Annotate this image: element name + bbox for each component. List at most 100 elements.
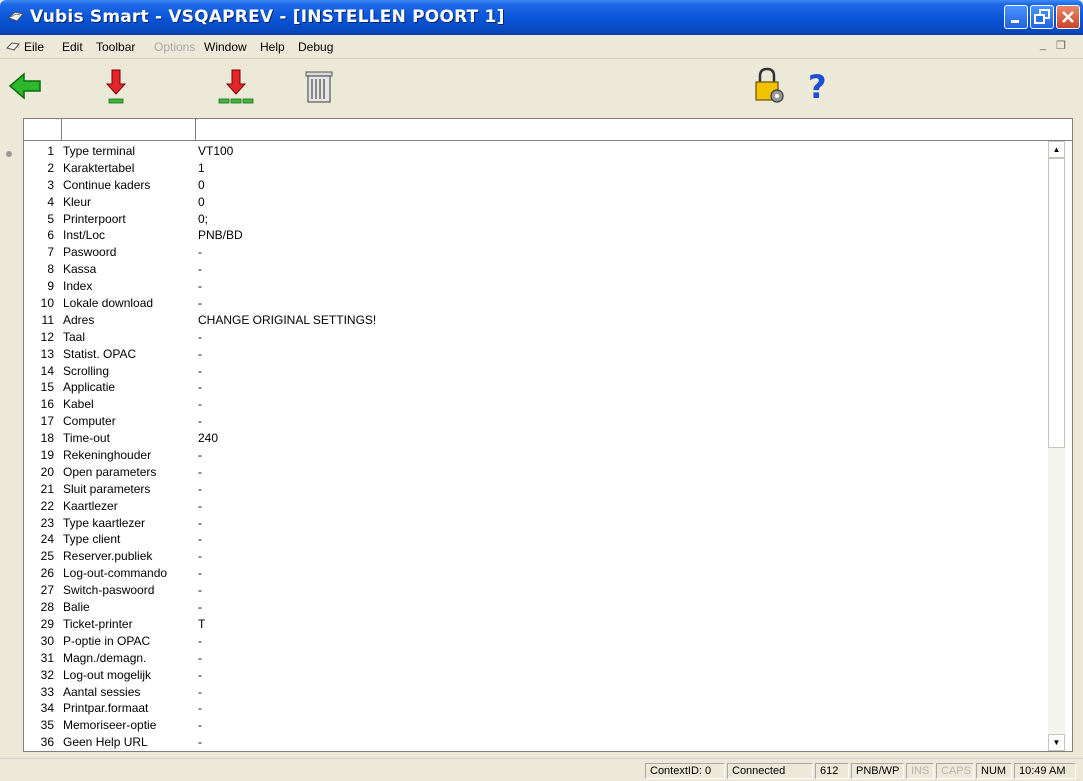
table-row[interactable]: 35 Memoriseer-optie -	[24, 717, 1046, 734]
row-value: -	[198, 718, 202, 733]
download-all-icon	[218, 69, 254, 104]
scroll-thumb[interactable]	[1048, 158, 1065, 448]
table-row[interactable]: 2 Karaktertabel 1	[24, 160, 1046, 177]
row-value: VT100	[198, 144, 234, 158]
restore-icon	[1034, 9, 1050, 24]
table-row[interactable]: 26 Log-out-commando -	[24, 565, 1046, 582]
status-location: PNB/WP	[851, 763, 904, 779]
menu-help[interactable]: Help	[260, 40, 285, 54]
table-row[interactable]: 13 Statist. OPAC -	[24, 346, 1046, 363]
status-connection: Connected	[727, 763, 813, 779]
row-value: -	[198, 346, 202, 361]
table-row[interactable]: 25 Reserver.publiek -	[24, 548, 1046, 565]
row-label: Log-out mogelijk	[63, 667, 152, 682]
table-row[interactable]: 14 Scrolling -	[24, 363, 1046, 380]
table-row[interactable]: 4 Kleur 0	[24, 194, 1046, 211]
row-value: -	[198, 380, 202, 395]
row-label: Lokale download	[63, 296, 154, 311]
row-number: 13	[40, 346, 54, 361]
table-row[interactable]: 18 Time-out 240	[24, 430, 1046, 447]
close-button[interactable]	[1056, 5, 1080, 29]
header-cell-number[interactable]	[24, 119, 62, 141]
row-value: -	[198, 633, 202, 648]
row-value: T	[198, 616, 206, 631]
mdi-restore-button[interactable]: ❐	[1056, 39, 1066, 52]
minimize-icon	[1011, 20, 1019, 23]
row-value: -	[198, 245, 202, 260]
row-number: 34	[40, 701, 54, 716]
back-button[interactable]	[6, 66, 46, 106]
restore-button[interactable]	[1030, 5, 1054, 29]
row-number: 16	[40, 397, 54, 412]
table-row[interactable]: 34 Printpar.formaat -	[24, 700, 1046, 717]
mdi-minimize-button[interactable]: _	[1040, 39, 1046, 51]
row-number: 25	[40, 549, 54, 564]
row-number: 29	[40, 616, 54, 631]
table-row[interactable]: 31 Magn./demagn. -	[24, 650, 1046, 667]
table-row[interactable]: 17 Computer -	[24, 413, 1046, 430]
row-label: Reserver.publiek	[63, 549, 153, 564]
row-value: -	[198, 464, 202, 479]
row-value: -	[198, 296, 202, 311]
table-row[interactable]: 20 Open parameters -	[24, 464, 1046, 481]
table-row[interactable]: 19 Rekeninghouder -	[24, 447, 1046, 464]
status-bar: ContextID: 0 Connected 612 PNB/WP INS CA…	[0, 758, 1083, 781]
status-context: ContextID: 0	[645, 763, 725, 779]
help-button[interactable]: ?	[800, 66, 840, 106]
scroll-up-button[interactable]: ▲	[1048, 141, 1065, 158]
table-row[interactable]: 8 Kassa -	[24, 261, 1046, 278]
download-all-button[interactable]	[216, 66, 256, 106]
table-row[interactable]: 36 Geen Help URL -	[24, 734, 1046, 751]
header-cell-label[interactable]	[62, 119, 196, 141]
table-row[interactable]: 16 Kabel -	[24, 396, 1046, 413]
download-button[interactable]	[96, 66, 136, 106]
table-row[interactable]: 32 Log-out mogelijk -	[24, 667, 1046, 684]
row-value: -	[198, 448, 202, 463]
status-ins: INS	[906, 763, 934, 779]
status-code: 612	[815, 763, 849, 779]
menu-file[interactable]: Eile	[24, 40, 44, 54]
table-row[interactable]: 5 Printerpoort 0;	[24, 211, 1046, 228]
table-row[interactable]: 3 Continue kaders 0	[24, 177, 1046, 194]
minimize-button[interactable]	[1004, 5, 1028, 29]
row-number: 22	[40, 498, 54, 513]
menu-edit[interactable]: Edit	[62, 40, 83, 54]
table-row[interactable]: 12 Taal -	[24, 329, 1046, 346]
table-row[interactable]: 15 Applicatie -	[24, 379, 1046, 396]
menu-debug[interactable]: Debug	[298, 40, 333, 54]
vertical-scrollbar[interactable]: ▲ ▼	[1048, 141, 1065, 751]
table-row[interactable]: 21 Sluit parameters -	[24, 481, 1046, 498]
table-row[interactable]: 10 Lokale download -	[24, 295, 1046, 312]
menu-bar: Eile Edit Toolbar Options Window Help De…	[0, 35, 1083, 59]
scroll-down-button[interactable]: ▼	[1048, 734, 1065, 751]
menu-window[interactable]: Window	[204, 40, 247, 54]
row-value: -	[198, 684, 202, 699]
table-row[interactable]: 29 Ticket-printer T	[24, 616, 1046, 633]
row-label: Printerpoort	[63, 211, 126, 226]
row-value: -	[198, 701, 202, 716]
toolbar: ?	[0, 60, 1083, 112]
table-row[interactable]: 9 Index -	[24, 278, 1046, 295]
table-row[interactable]: 6 Inst/Loc PNB/BD	[24, 227, 1046, 244]
row-label: Type terminal	[63, 144, 136, 158]
row-value: -	[198, 515, 202, 530]
table-row[interactable]: 28 Balie -	[24, 599, 1046, 616]
menu-options: Options	[154, 40, 196, 54]
table-row[interactable]: 30 P-optie in OPAC -	[24, 633, 1046, 650]
table-row[interactable]: 1 Type terminal VT100	[24, 143, 1046, 160]
delete-button[interactable]	[298, 66, 338, 106]
table-row[interactable]: 27 Switch-paswoord -	[24, 582, 1046, 599]
table-row[interactable]: 11 Adres CHANGE ORIGINAL SETTINGS!	[24, 312, 1046, 329]
menu-toolbar[interactable]: Toolbar	[96, 40, 135, 54]
lock-settings-button[interactable]	[750, 66, 790, 106]
table-row[interactable]: 22 Kaartlezer -	[24, 498, 1046, 515]
row-label: Scrolling	[63, 363, 110, 378]
app-menu-icon[interactable]	[6, 40, 20, 54]
table-row[interactable]: 7 Paswoord -	[24, 244, 1046, 261]
table-row[interactable]: 33 Aantal sessies -	[24, 684, 1046, 701]
row-value: -	[198, 600, 202, 615]
row-label: Rekeninghouder	[63, 448, 152, 463]
row-number: 5	[47, 211, 54, 226]
table-row[interactable]: 24 Type client -	[24, 531, 1046, 548]
table-row[interactable]: 23 Type kaartlezer -	[24, 515, 1046, 532]
